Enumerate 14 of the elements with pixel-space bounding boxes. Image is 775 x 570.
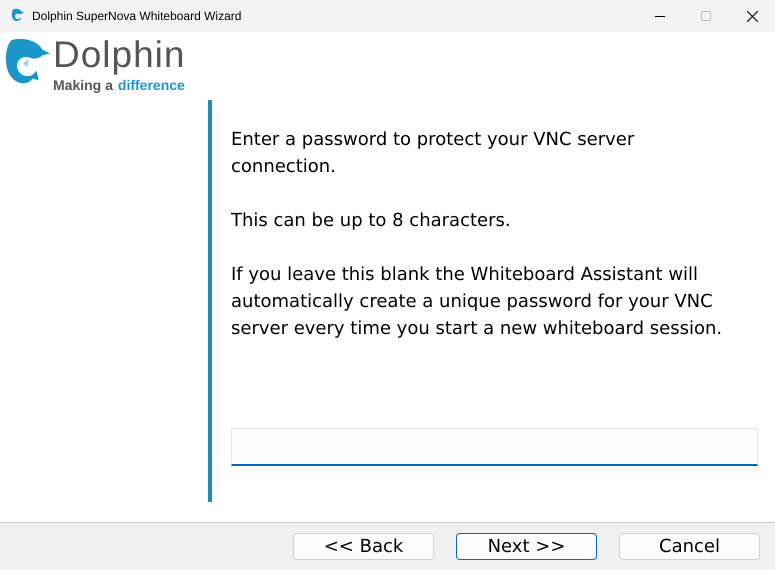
password-field[interactable]	[231, 428, 758, 466]
app-icon	[11, 8, 25, 24]
wizard-button[interactable]: Next >>	[456, 533, 597, 560]
close-icon	[746, 10, 758, 22]
window-title: Dolphin SuperNova Whiteboard Wizard	[32, 8, 242, 25]
instruction-text: If you leave this blank the Whiteboard Assistant will automatically create a unique password for your VNC server every time you start a new whiteboard session.	[231, 263, 724, 341]
logo-tagline: Making a	[53, 76, 113, 94]
maximize-icon	[701, 11, 711, 21]
wizard-button[interactable]: Cancel	[619, 533, 760, 560]
wizard-button[interactable]: << Back	[293, 533, 434, 560]
logo-wordmark: Dolphin	[53, 34, 186, 76]
instruction-text: Enter a password to protect your VNC server connection.	[231, 128, 636, 179]
instruction-text: This can be up to 8 characters.	[231, 209, 512, 233]
logo-tagline-highlight: difference	[118, 76, 185, 94]
